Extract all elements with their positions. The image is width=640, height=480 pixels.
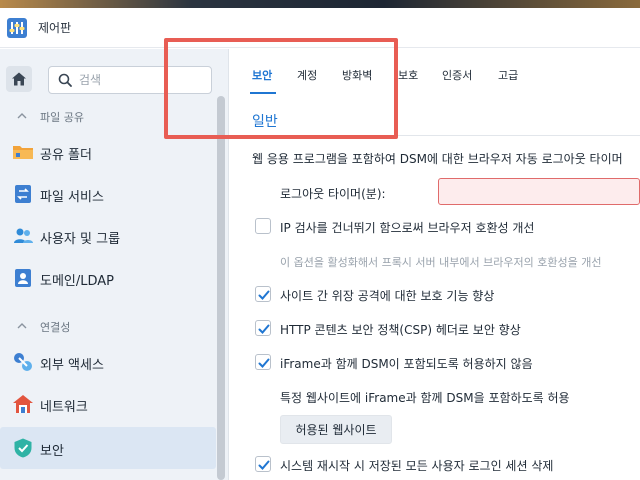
chevron-up-icon — [17, 323, 27, 329]
checkmark-icon — [258, 358, 270, 368]
checkmark-icon — [258, 460, 270, 470]
sidebar-item-label: 사용자 및 그룹 — [40, 232, 121, 247]
sidebar-item-label: 공유 폴더 — [40, 148, 92, 163]
tab-certificate[interactable]: 인증서 — [442, 67, 472, 83]
external-access-icon — [14, 353, 32, 371]
tab-advanced[interactable]: 고급 — [498, 67, 518, 83]
tab-protection[interactable]: 보호 — [398, 67, 418, 83]
section-title-general: 일반 — [252, 114, 278, 130]
section-header-connectivity[interactable]: 연결성 — [0, 315, 218, 339]
main-content: 보안 계정 방화벽 보호 인증서 고급 일반 웹 응용 프로그램을 포함하여 D… — [230, 49, 640, 480]
search-icon — [58, 73, 72, 87]
window-title: 제어판 — [38, 21, 72, 35]
domain-icon — [15, 269, 31, 287]
desktop-background-strip — [0, 0, 640, 8]
sidebar-item-file-services[interactable]: 파일 서비스 — [0, 173, 216, 215]
tab-firewall[interactable]: 방화벽 — [342, 67, 372, 83]
folder-icon — [13, 146, 33, 159]
sidebar-item-label: 보안 — [40, 444, 64, 459]
sidebar-item-label: 외부 액세스 — [40, 358, 104, 373]
sidebar: 파일 공유 공유 폴더 파일 서비스 — [0, 49, 229, 480]
sidebar-item-shared-folder[interactable]: 공유 폴더 — [0, 131, 216, 173]
title-bar: 제어판 — [0, 8, 640, 48]
csp-header-checkbox[interactable] — [255, 320, 271, 336]
chevron-up-icon — [17, 113, 27, 119]
section-header-file-sharing[interactable]: 파일 공유 — [0, 105, 218, 129]
sidebar-item-label: 네트워크 — [40, 400, 88, 415]
checkmark-icon — [258, 290, 270, 300]
checkmark-icon — [258, 324, 270, 334]
ip-check-skip-checkbox[interactable] — [255, 218, 271, 234]
clear-sessions-checkbox[interactable] — [255, 456, 271, 472]
active-tab-indicator — [250, 92, 276, 94]
allowed-websites-button[interactable]: 허용된 웹사이트 — [280, 415, 392, 444]
tab-bar: 보안 계정 방화벽 보호 인증서 고급 — [230, 49, 640, 97]
tab-security[interactable]: 보안 — [252, 67, 272, 83]
sidebar-item-external-access[interactable]: 외부 액세스 — [0, 341, 216, 383]
csp-header-label: HTTP 콘텐츠 보안 정책(CSP) 헤더로 보안 향상 — [280, 323, 521, 337]
sidebar-item-security[interactable]: 보안 — [0, 427, 216, 469]
iframe-disallow-label: iFrame과 함께 DSM이 포함되도록 허용하지 않음 — [280, 357, 533, 371]
csrf-protection-checkbox[interactable] — [255, 286, 271, 302]
sidebar-item-label: 도메인/LDAP — [40, 274, 115, 289]
auto-logout-description: 웹 응용 프로그램을 포함하여 DSM에 대한 브라우저 자동 로그아웃 타이머 — [252, 152, 623, 166]
sidebar-item-users-groups[interactable]: 사용자 및 그룹 — [0, 215, 216, 257]
section-label: 파일 공유 — [40, 111, 84, 124]
logout-timer-label: 로그아웃 타이머(분): — [280, 187, 386, 201]
sidebar-item-domain-ldap[interactable]: 도메인/LDAP — [0, 257, 216, 299]
tab-account[interactable]: 계정 — [297, 67, 317, 83]
shield-icon — [14, 438, 32, 458]
sidebar-scrollbar[interactable] — [217, 96, 225, 480]
sidebar-item-label: 파일 서비스 — [40, 190, 104, 205]
section-divider — [252, 135, 640, 136]
iframe-sites-description: 특정 웹사이트에 iFrame과 함께 DSM을 포함하도록 허용 — [280, 391, 570, 405]
network-icon — [13, 395, 33, 413]
clear-sessions-label: 시스템 재시작 시 저장된 모든 사용자 로그인 세션 삭제 — [280, 459, 554, 473]
control-panel-app-icon — [7, 18, 27, 38]
logout-timer-input[interactable] — [438, 178, 640, 205]
iframe-disallow-checkbox[interactable] — [255, 354, 271, 370]
control-panel-window: 제어판 파일 공유 — [0, 0, 640, 480]
search-box[interactable] — [48, 66, 212, 94]
file-services-icon — [15, 185, 31, 203]
home-button[interactable] — [6, 66, 32, 92]
csrf-protection-label: 사이트 간 위장 공격에 대한 보호 기능 향상 — [280, 289, 495, 303]
home-icon — [12, 72, 26, 86]
section-label: 연결성 — [40, 321, 71, 334]
users-icon — [14, 228, 33, 243]
ip-check-skip-label: IP 검사를 건너뛰기 함으로써 브라우저 호환성 개선 — [280, 221, 535, 235]
search-input[interactable] — [79, 71, 205, 89]
sidebar-item-network[interactable]: 네트워크 — [0, 383, 216, 425]
ip-check-skip-hint: 이 옵션을 활성화해서 프록시 서버 내부에서 브라우저의 호환성을 개선 — [280, 256, 602, 269]
